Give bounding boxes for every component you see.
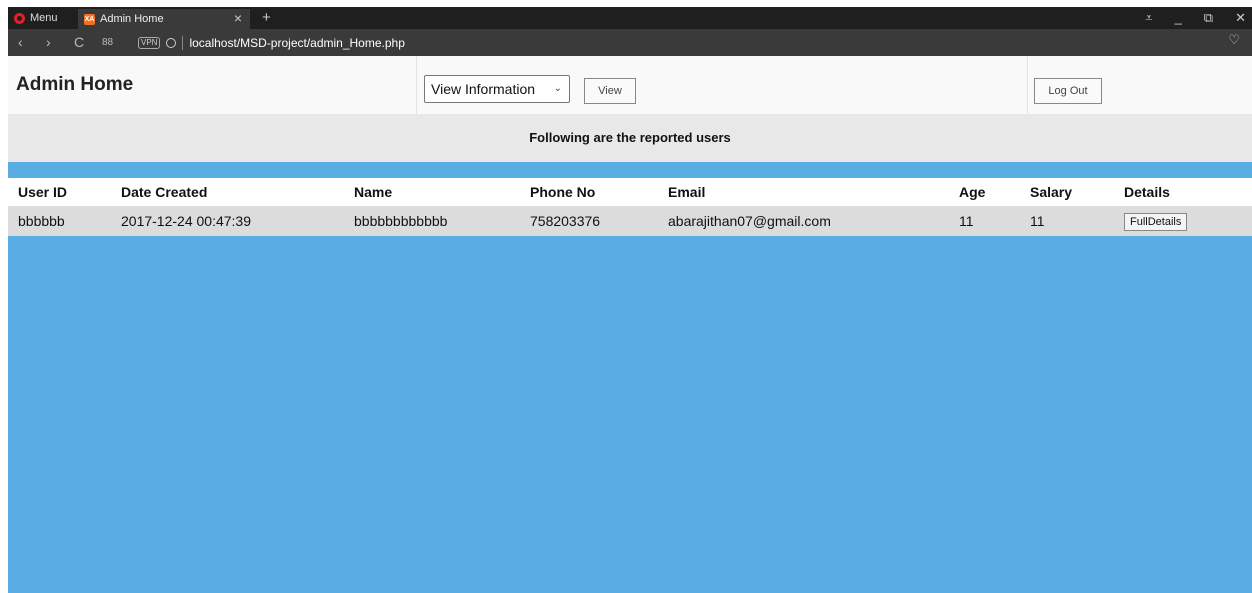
reload-icon[interactable]: C	[74, 29, 84, 56]
window-controls: ⩡ _ ⧉ ✕	[1145, 7, 1246, 29]
table-header-row: User ID Date Created Name Phone No Email…	[8, 178, 1252, 206]
forward-icon[interactable]: ›	[46, 29, 51, 56]
address-bar: ‹ › C 88 VPN localhost/MSD-project/admin…	[8, 29, 1252, 56]
column-header: Details	[1114, 178, 1252, 206]
browser-menu-button[interactable]: Menu	[8, 7, 76, 29]
tab-title: Admin Home	[100, 13, 164, 25]
new-tab-icon[interactable]: +	[262, 7, 271, 29]
url-field[interactable]: VPN localhost/MSD-project/admin_Home.php	[138, 33, 1238, 52]
view-button[interactable]: View	[584, 78, 636, 104]
page-title: Admin Home	[16, 74, 134, 95]
back-icon[interactable]: ‹	[18, 29, 23, 56]
reported-users-table: User ID Date Created Name Phone No Email…	[8, 178, 1252, 236]
column-header: Date Created	[111, 178, 344, 206]
cell-date-created: 2017-12-24 00:47:39	[111, 206, 344, 236]
globe-icon	[166, 37, 177, 48]
close-window-icon[interactable]: ✕	[1235, 7, 1246, 29]
url-divider	[182, 35, 184, 50]
table-row: bbbbbb 2017-12-24 00:47:39 bbbbbbbbbbbb …	[8, 206, 1252, 236]
cell-name: bbbbbbbbbbbb	[344, 206, 520, 236]
tab-strip: Menu XA Admin Home × + ⩡ _ ⧉ ✕	[8, 7, 1252, 29]
cell-salary: 11	[1020, 206, 1114, 236]
page-content: Admin Home View Information ⌄ View Log O…	[8, 56, 1252, 593]
tab-admin-home[interactable]: XA Admin Home ×	[78, 9, 250, 29]
bookmark-heart-icon[interactable]: ♡	[1228, 32, 1240, 48]
header-divider	[1027, 56, 1028, 114]
header-divider	[416, 56, 417, 114]
cell-email: abarajithan07@gmail.com	[658, 206, 949, 236]
cell-details: FullDetails	[1114, 206, 1252, 236]
column-header: Age	[949, 178, 1020, 206]
minimize-icon[interactable]: _	[1175, 7, 1182, 29]
column-header: Email	[658, 178, 949, 206]
column-header: User ID	[8, 178, 111, 206]
page-header: Admin Home View Information ⌄ View Log O…	[8, 56, 1252, 114]
menu-label: Menu	[30, 12, 58, 24]
opera-logo-icon	[14, 12, 25, 24]
speed-dial-icon[interactable]: 88	[102, 29, 113, 56]
column-header: Phone No	[520, 178, 658, 206]
column-header: Name	[344, 178, 520, 206]
chevron-down-icon: ⌄	[553, 83, 562, 94]
tab-close-icon[interactable]: ×	[234, 10, 242, 26]
select-value: View Information	[431, 81, 536, 97]
xampp-favicon-icon: XA	[84, 13, 95, 25]
vpn-badge[interactable]: VPN	[138, 36, 161, 49]
restore-icon[interactable]: ⧉	[1204, 7, 1213, 29]
view-information-select[interactable]: View Information ⌄	[424, 75, 570, 103]
full-details-button[interactable]: FullDetails	[1124, 212, 1188, 231]
reported-users-heading: Following are the reported users	[8, 114, 1252, 162]
tab-menu-icon[interactable]: ⩡	[1145, 7, 1152, 29]
cell-phone: 758203376	[520, 206, 658, 236]
cell-user-id: bbbbbb	[8, 206, 111, 236]
logout-button[interactable]: Log Out	[1034, 78, 1102, 104]
cell-age: 11	[949, 206, 1020, 236]
column-header: Salary	[1020, 178, 1114, 206]
url-text[interactable]: localhost/MSD-project/admin_Home.php	[189, 36, 404, 50]
browser-window: Menu XA Admin Home × + ⩡ _ ⧉ ✕ ‹ › C 88 …	[8, 7, 1252, 593]
